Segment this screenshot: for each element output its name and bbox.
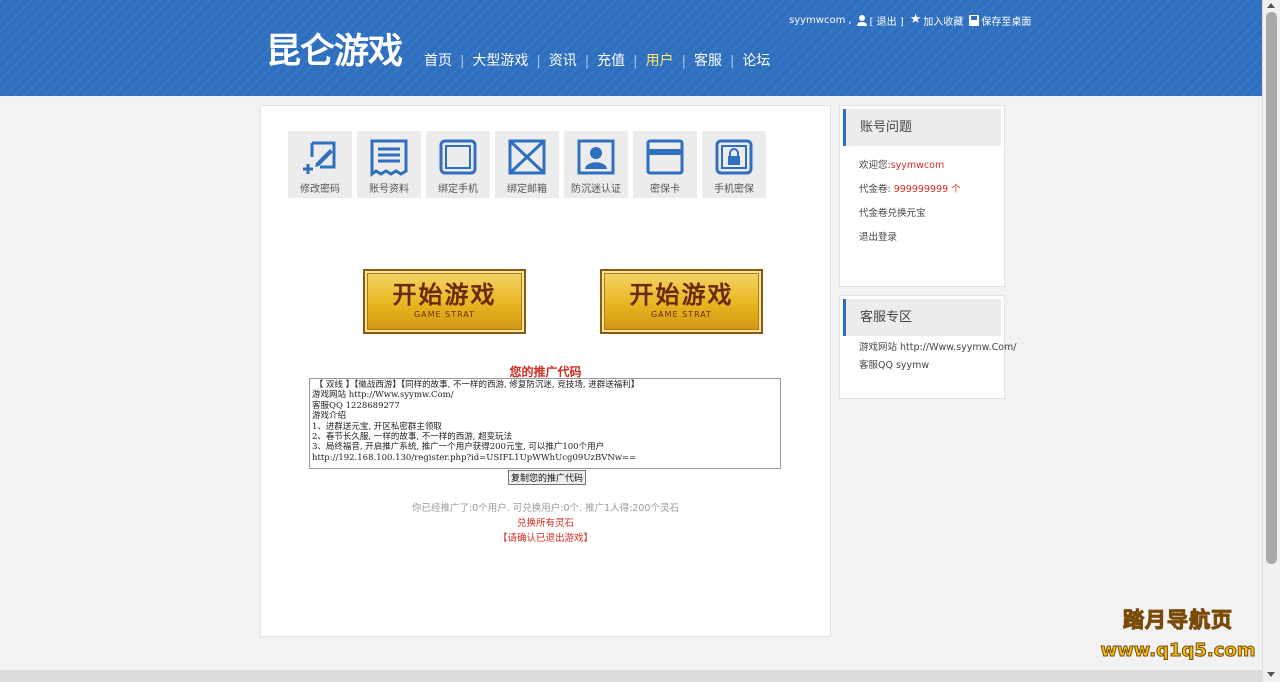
user-icon [856, 14, 867, 26]
tile-account-info[interactable]: 账号资料 [357, 131, 421, 198]
logout-link[interactable]: 退出登录 [859, 226, 1004, 250]
tile-phone-security[interactable]: 手机密保 [702, 131, 766, 198]
tile-label: 账号资料 [369, 184, 409, 195]
voucher-value: 999999999 个 [893, 184, 961, 195]
promo-code-textarea[interactable]: 【 双线 】【徵战西游】【同样的故事, 不一样的西游, 修复防沉迷, 竞技场, … [309, 378, 781, 469]
tile-label: 绑定手机 [438, 184, 478, 195]
nav-home[interactable]: 首页 [424, 51, 452, 71]
tile-label: 手机密保 [714, 184, 754, 195]
voucher-exchange-link[interactable]: 代金卷兑换元宝 [859, 202, 1004, 226]
page-bottom-strip [0, 670, 1262, 682]
tile-label: 绑定邮箱 [507, 184, 547, 195]
account-sidebar-title: 账号问题 [843, 109, 1001, 146]
nav-separator: | [633, 53, 638, 69]
nav-games[interactable]: 大型游戏 [472, 51, 528, 71]
tile-label: 防沉迷认证 [571, 184, 621, 195]
watermark: 踏月导航页 www.q1q5.com [1092, 606, 1264, 663]
tile-bind-phone[interactable]: 绑定手机 [426, 131, 490, 198]
add-favorite-link[interactable]: 加入收藏 [923, 13, 963, 28]
security-card-icon [646, 139, 684, 175]
start-game-button[interactable]: 开始游戏 GAME STRAT [363, 269, 526, 334]
copy-promo-code-button[interactable]: 复制您的推广代码 [508, 470, 587, 485]
nav-separator: | [584, 53, 590, 69]
exchange-spirit-stones-link[interactable]: 兑换所有灵石 [261, 515, 830, 529]
nav-separator: | [536, 53, 541, 69]
start-game-button[interactable]: 开始游戏 GAME STRAT [600, 269, 763, 334]
nav-news[interactable]: 资讯 [549, 51, 577, 71]
welcome-line: 欢迎您:syymwcom [859, 160, 945, 171]
account-tools: 修改密码 账号资料 绑定手机 绑定邮箱 防沉迷认证 密保卡 手机密保 [288, 131, 771, 198]
service-website-link[interactable]: 游戏网站 http://Www.syymw.Com/ [859, 339, 1016, 357]
phone-icon [439, 139, 477, 175]
voucher-line: 代金卷: 999999999 个 [859, 184, 961, 195]
tile-anti-addiction[interactable]: 防沉迷认证 [564, 131, 628, 198]
username-link[interactable]: syymwcom [789, 15, 845, 26]
start-game-subtitle: GAME STRAT [413, 310, 476, 319]
scroll-thumb[interactable] [1266, 12, 1277, 564]
save-icon [969, 14, 980, 26]
start-game-subtitle: GAME STRAT [650, 310, 713, 319]
logout-link[interactable]: [ 退出 ] [870, 13, 904, 28]
star-icon: ★ [909, 12, 922, 27]
start-game-title: 开始游戏 [392, 280, 497, 309]
nav-user[interactable]: 用户 [646, 51, 674, 71]
scroll-down-icon[interactable] [1267, 672, 1275, 677]
welcome-username: syymwcom [890, 160, 945, 171]
save-desktop-link[interactable]: 保存至桌面 [981, 13, 1031, 28]
site-logo[interactable]: 昆仑游戏 [266, 30, 403, 74]
vertical-scrollbar[interactable] [1262, 0, 1280, 682]
account-sidebar: 账号问题 欢迎您:syymwcom 代金卷: 999999999 个 代金卷兑换… [839, 105, 1005, 287]
nav-separator: | [729, 53, 735, 69]
nav-separator: | [460, 53, 465, 69]
phone-lock-icon [715, 139, 753, 175]
scroll-up-icon[interactable] [1267, 3, 1275, 8]
tile-bind-email[interactable]: 绑定邮箱 [495, 131, 559, 198]
exit-game-notice: 【请确认已退出游戏】 [497, 533, 593, 544]
tile-change-password[interactable]: 修改密码 [288, 131, 352, 198]
tile-label: 修改密码 [300, 184, 340, 195]
top-links: syymwcom , [ 退出 ] ★ 加入收藏 保存至桌面 [789, 12, 1031, 28]
start-game-title: 开始游戏 [629, 280, 734, 309]
edit-password-icon [303, 141, 336, 174]
nav-forum[interactable]: 论坛 [742, 51, 770, 71]
nav-support[interactable]: 客服 [694, 51, 722, 71]
mail-icon [508, 139, 546, 175]
id-card-icon [577, 139, 615, 175]
user-center-panel: 修改密码 账号资料 绑定手机 绑定邮箱 防沉迷认证 密保卡 手机密保 开始游戏 … [260, 105, 831, 637]
service-sidebar-title: 客服专区 [843, 299, 1001, 336]
tile-security-card[interactable]: 密保卡 [633, 131, 697, 198]
main-nav: 首页 | 大型游戏 | 资讯 | 充值 | 用户 | 客服 | 论坛 [424, 51, 770, 71]
watermark-title: 踏月导航页 [1123, 608, 1233, 633]
nav-recharge[interactable]: 充值 [597, 51, 625, 71]
account-info-icon [370, 139, 408, 177]
username-separator: , [848, 14, 852, 26]
tile-label: 密保卡 [650, 184, 680, 195]
watermark-url: www.q1q5.com [1100, 640, 1256, 662]
nav-separator: | [681, 53, 686, 69]
service-qq: 客服QQ syymw [859, 360, 930, 371]
promo-stats: 你已经推广了:0个用户. 可兑换用户:0个. 推广1人得:200个灵石 [412, 503, 679, 514]
site-header: 昆仑游戏 首页 | 大型游戏 | 资讯 | 充值 | 用户 | 客服 | 论坛 … [0, 0, 1262, 96]
service-sidebar: 客服专区 游戏网站 http://Www.syymw.Com/ 客服QQ syy… [839, 295, 1016, 399]
